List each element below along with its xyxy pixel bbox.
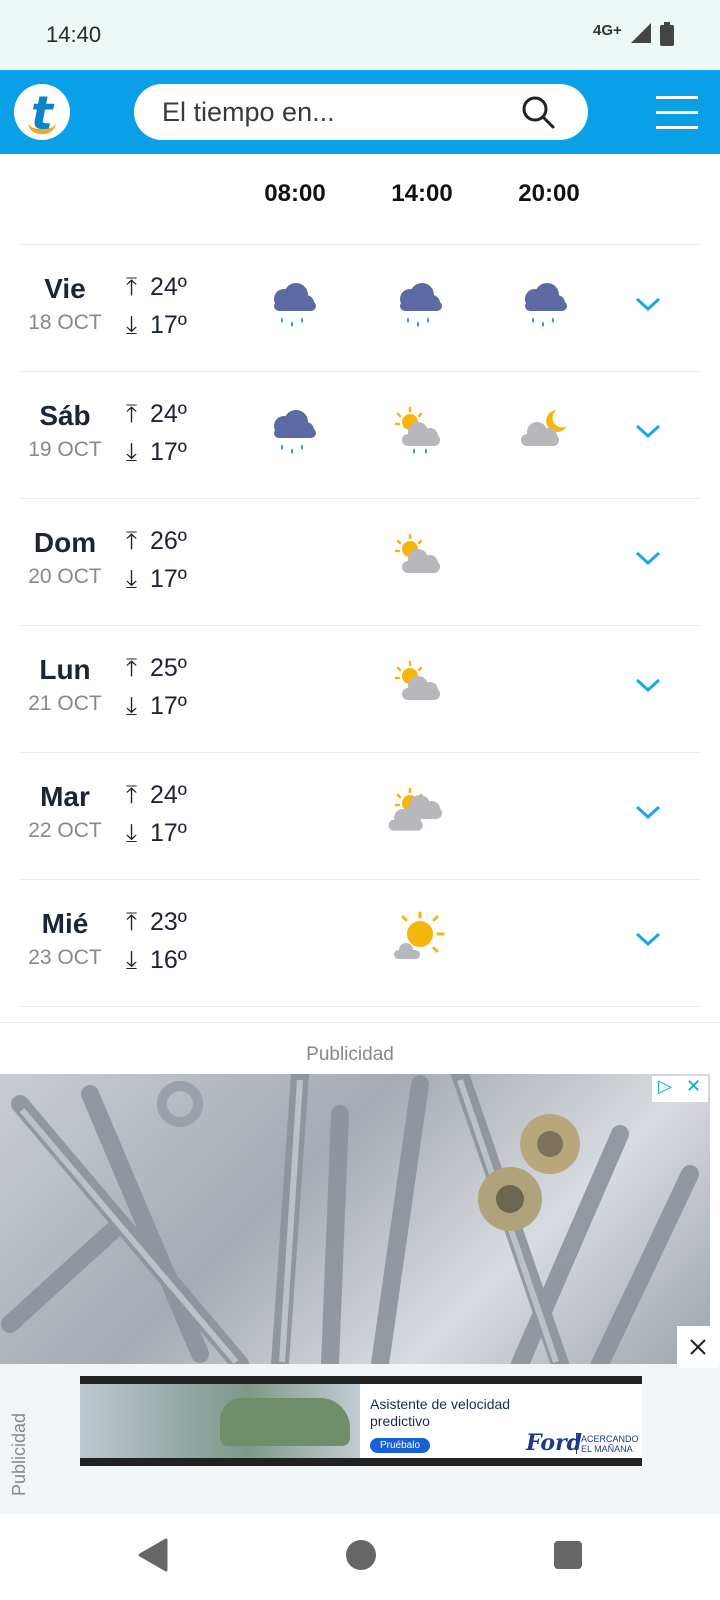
arrow-up-icon: ⤒ (126, 781, 138, 809)
app-logo[interactable]: t (14, 84, 70, 140)
day-date: 20 OCT (28, 565, 102, 588)
signal-icon (631, 23, 651, 43)
ad-vertical-label: Publicidad (9, 1412, 30, 1497)
arrow-up-icon: ⤒ (126, 654, 138, 682)
ad-cta-button[interactable]: Pruébalo (370, 1438, 431, 1453)
arrow-down-icon: ⤓ (126, 565, 138, 593)
forecast-row[interactable]: Sáb 19 OCT ⤒ 24º ⤓ 17º (20, 371, 700, 498)
sun-clouds-icon (388, 787, 442, 831)
adchoices-icon[interactable]: ▷ ✕ (652, 1076, 708, 1102)
arrow-down-icon: ⤓ (126, 438, 138, 466)
chevron-down-icon[interactable] (634, 676, 662, 694)
temp-max: ⤒ 23º (126, 908, 187, 936)
day-date: 21 OCT (28, 692, 102, 715)
system-nav-bar (0, 1514, 720, 1600)
forecast-row[interactable]: Mar 22 OCT ⤒ 24º ⤓ 17º (20, 752, 700, 879)
temp-min: ⤓ 17º (126, 565, 187, 593)
forecast-row[interactable]: Dom 20 OCT ⤒ 26º ⤓ 17º (20, 498, 700, 625)
arrow-down-icon: ⤓ (126, 819, 138, 847)
recent-apps-icon[interactable] (554, 1541, 582, 1569)
temp-max: ⤒ 24º (126, 400, 187, 428)
day-date: 19 OCT (28, 438, 102, 461)
search-icon[interactable] (520, 94, 556, 130)
day-name: Sáb (39, 400, 91, 431)
ad-brand-logo: Ford (526, 1430, 583, 1456)
rain-cloud-icon (274, 410, 316, 454)
ad-label: Publicidad (306, 1044, 394, 1065)
app-header: t (0, 70, 720, 154)
ford-ad-banner[interactable]: Asistente de velocidad predictivo Pruéba… (80, 1376, 642, 1466)
chevron-down-icon[interactable] (634, 930, 662, 948)
status-bar: 14:40 4G+ (0, 0, 720, 70)
day-name: Mar (40, 781, 90, 812)
row-divider (20, 1006, 700, 1007)
hamburger-menu-icon[interactable] (656, 94, 698, 130)
temp-max: ⤒ 24º (126, 781, 187, 809)
day-name: Dom (33, 527, 97, 558)
sun-small-cloud-icon (394, 911, 445, 959)
column-header: 14:00 (391, 180, 453, 207)
forecast-row[interactable]: Mié 23 OCT ⤒ 23º ⤓ 16º (20, 879, 700, 1006)
status-time: 14:40 (46, 22, 102, 47)
search-input[interactable] (162, 84, 502, 140)
temp-max: ⤒ 26º (126, 527, 187, 555)
search-box[interactable] (134, 84, 588, 140)
day-date: 23 OCT (28, 946, 102, 969)
rain-cloud-icon (274, 283, 316, 327)
temp-min: ⤓ 17º (126, 311, 187, 339)
back-icon[interactable] (138, 1538, 168, 1572)
temp-max: ⤒ 24º (126, 273, 187, 301)
chevron-down-icon[interactable] (634, 803, 662, 821)
sun-cloud-icon (394, 660, 440, 700)
battery-icon (660, 22, 674, 46)
arrow-up-icon: ⤒ (126, 273, 138, 301)
day-name: Lun (39, 654, 91, 685)
temp-min: ⤓ 17º (126, 438, 187, 466)
ad-close-icon: ✕ (686, 1076, 702, 1096)
ad-slogan: ACERCANDO EL MAÑANA (576, 1434, 642, 1454)
rain-cloud-icon (400, 283, 442, 327)
column-header: 08:00 (264, 180, 326, 207)
temp-min: ⤓ 17º (126, 692, 187, 720)
arrow-up-icon: ⤒ (126, 527, 138, 555)
car-image (220, 1398, 350, 1446)
ad-image (1, 1074, 699, 1364)
arrow-up-icon: ⤒ (126, 400, 138, 428)
chevron-down-icon[interactable] (634, 549, 662, 567)
day-name: Mié (41, 908, 89, 939)
ad-image-banner[interactable]: ▷ ✕ (0, 1074, 710, 1364)
temp-min: ⤓ 17º (126, 819, 187, 847)
forecast-row[interactable]: Vie 18 OCT ⤒ 24º ⤓ 17º (20, 244, 700, 371)
ad-headline: Asistente de velocidad predictivo (370, 1396, 511, 1429)
sun-cloud-rain-icon (394, 406, 440, 454)
day-date: 22 OCT (28, 819, 102, 842)
day-date: 18 OCT (28, 311, 102, 334)
column-header: 20:00 (518, 180, 580, 207)
ad-photo (80, 1384, 360, 1458)
arrow-up-icon: ⤒ (126, 908, 138, 936)
network-type: 4G+ (593, 22, 622, 39)
day-name: Vie (44, 273, 86, 304)
arrow-down-icon: ⤓ (126, 946, 138, 974)
home-icon[interactable] (346, 1540, 376, 1570)
close-icon (690, 1339, 706, 1355)
moon-cloud-icon (521, 410, 567, 446)
chevron-down-icon[interactable] (634, 295, 662, 313)
arrow-down-icon: ⤓ (126, 311, 138, 339)
rain-cloud-icon (525, 283, 567, 327)
close-ad-button[interactable] (677, 1326, 719, 1368)
time-column-headers: 08:00 14:00 20:00 (0, 154, 720, 244)
bottom-ad-container: Publicidad Asistente de velocidad predic… (0, 1326, 720, 1514)
temp-min: ⤓ 16º (126, 946, 187, 974)
temp-max: ⤒ 25º (126, 654, 187, 682)
chevron-down-icon[interactable] (634, 422, 662, 440)
forecast-row[interactable]: Lun 21 OCT ⤒ 25º ⤓ 17º (20, 625, 700, 752)
section-divider (0, 1022, 720, 1023)
arrow-down-icon: ⤓ (126, 692, 138, 720)
sun-cloud-icon (394, 533, 440, 573)
